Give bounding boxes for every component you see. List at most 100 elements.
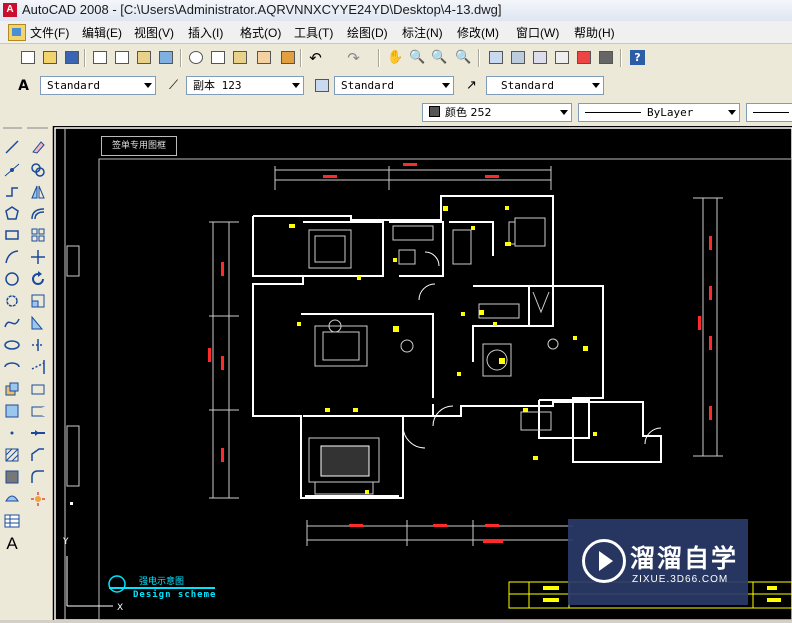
- properties-icon[interactable]: [486, 48, 505, 67]
- open-file-icon[interactable]: [40, 48, 59, 67]
- multiline-text-icon[interactable]: A: [3, 534, 21, 553]
- document-icon[interactable]: [8, 24, 26, 41]
- autocad-app-icon[interactable]: A: [3, 3, 17, 17]
- cut-icon[interactable]: [186, 48, 205, 67]
- menu-tools[interactable]: 工具(T): [294, 24, 333, 41]
- menu-draw[interactable]: 绘图(D): [347, 24, 388, 41]
- chevron-down-icon: [292, 83, 300, 88]
- construction-line-icon[interactable]: [3, 161, 21, 179]
- toolbar-separator: [378, 49, 380, 67]
- menu-dimension[interactable]: 标注(N): [402, 24, 443, 41]
- revision-cloud-icon[interactable]: [3, 292, 21, 310]
- print-preview-icon[interactable]: [112, 48, 131, 67]
- circle-icon[interactable]: [3, 270, 21, 288]
- multileader-style-icon[interactable]: ↗: [462, 76, 481, 95]
- erase-icon[interactable]: [29, 138, 47, 156]
- title-bar: A AutoCAD 2008 - [C:\Users\Administrator…: [0, 0, 792, 22]
- array-icon[interactable]: [29, 226, 47, 244]
- point-icon[interactable]: [3, 424, 21, 442]
- region-icon[interactable]: [3, 490, 21, 508]
- menu-insert[interactable]: 插入(I): [188, 24, 223, 41]
- watermark-url: ZIXUE.3D66.COM: [632, 574, 729, 585]
- toolbar-separator: [84, 49, 86, 67]
- publish-icon[interactable]: [134, 48, 153, 67]
- drawing-canvas[interactable]: Y X 签单专用图框 强电示意图 Design scheme 溜溜自学 ZIXU…: [53, 126, 792, 620]
- move-icon[interactable]: [29, 248, 47, 266]
- trim-icon[interactable]: [29, 336, 47, 354]
- sheet-set-icon[interactable]: [552, 48, 571, 67]
- dim-style-combo[interactable]: 副本 123: [186, 76, 304, 95]
- arc-icon[interactable]: [3, 248, 21, 266]
- menu-bar: 文件(F) 编辑(E) 视图(V) 插入(I) 格式(O) 工具(T) 绘图(D…: [0, 21, 792, 44]
- text-style-combo[interactable]: Standard: [40, 76, 156, 95]
- gradient-icon[interactable]: [3, 468, 21, 486]
- make-block-icon[interactable]: [3, 402, 21, 420]
- ellipse-icon[interactable]: [3, 336, 21, 354]
- copy-object-icon[interactable]: [29, 161, 47, 179]
- join-icon[interactable]: [29, 424, 47, 442]
- 3d-dwf-icon[interactable]: [156, 48, 175, 67]
- fillet-icon[interactable]: [29, 468, 47, 486]
- toolbar-separator: [300, 49, 302, 67]
- toolbar-separator: [478, 49, 480, 67]
- watermark: 溜溜自学 ZIXUE.3D66.COM: [568, 519, 748, 605]
- text-style-icon[interactable]: A: [14, 76, 33, 95]
- color-combo[interactable]: 颜色 252: [422, 103, 572, 122]
- explode-icon[interactable]: [29, 490, 47, 508]
- menu-view[interactable]: 视图(V): [134, 24, 174, 41]
- polygon-icon[interactable]: [3, 204, 21, 222]
- undo-icon[interactable]: ↶: [306, 48, 325, 67]
- properties-toolbar: 颜色 252 ByLayer: [0, 99, 792, 127]
- chamfer-icon[interactable]: [29, 446, 47, 464]
- zoom-previous-icon[interactable]: 🔍: [454, 48, 473, 67]
- tool-palettes-icon[interactable]: [530, 48, 549, 67]
- watermark-brand: 溜溜自学: [630, 544, 739, 573]
- zoom-realtime-icon[interactable]: 🔍: [408, 48, 427, 67]
- lineweight-combo[interactable]: [746, 103, 792, 122]
- break-icon[interactable]: [29, 402, 47, 420]
- menu-file[interactable]: 文件(F): [30, 24, 69, 41]
- markup-set-icon[interactable]: [574, 48, 593, 67]
- spline-icon[interactable]: [3, 314, 21, 332]
- copy-icon[interactable]: [208, 48, 227, 67]
- offset-icon[interactable]: [29, 204, 47, 222]
- save-icon[interactable]: [62, 48, 81, 67]
- menu-window[interactable]: 窗口(W): [516, 24, 559, 41]
- table-icon[interactable]: [3, 512, 21, 530]
- menu-help[interactable]: 帮助(H): [574, 24, 615, 41]
- help-icon[interactable]: ?: [628, 48, 647, 67]
- menu-modify[interactable]: 修改(M): [457, 24, 499, 41]
- extend-icon[interactable]: [29, 358, 47, 376]
- chevron-down-icon: [144, 83, 152, 88]
- pan-icon[interactable]: ✋: [386, 48, 405, 67]
- table-style-icon[interactable]: [312, 76, 331, 95]
- match-properties-icon[interactable]: [254, 48, 273, 67]
- paste-icon[interactable]: [230, 48, 249, 67]
- rotate-icon[interactable]: [29, 270, 47, 288]
- ellipse-arc-icon[interactable]: [3, 358, 21, 376]
- menu-edit[interactable]: 编辑(E): [82, 24, 122, 41]
- linetype-combo[interactable]: ByLayer: [578, 103, 740, 122]
- print-icon[interactable]: [90, 48, 109, 67]
- stretch-icon[interactable]: [29, 314, 47, 332]
- design-center-icon[interactable]: [508, 48, 527, 67]
- line-icon[interactable]: [3, 138, 21, 156]
- scale-icon[interactable]: [29, 292, 47, 310]
- menu-format[interactable]: 格式(O): [240, 24, 281, 41]
- rectangle-icon[interactable]: [3, 226, 21, 244]
- hatch-icon[interactable]: [3, 446, 21, 464]
- table-style-combo[interactable]: Standard: [334, 76, 454, 95]
- new-file-icon[interactable]: [18, 48, 37, 67]
- dim-style-icon[interactable]: ⟋: [164, 76, 183, 95]
- insert-block-icon[interactable]: [3, 380, 21, 398]
- block-editor-icon[interactable]: [278, 48, 297, 67]
- calculator-icon[interactable]: [596, 48, 615, 67]
- table-style-value: Standard: [341, 79, 394, 92]
- mirror-icon[interactable]: [29, 183, 47, 201]
- multileader-style-combo[interactable]: Standard: [486, 76, 604, 95]
- polyline-icon[interactable]: [3, 183, 21, 201]
- zoom-window-icon[interactable]: 🔍: [430, 48, 449, 67]
- redo-icon[interactable]: ↷: [344, 48, 363, 67]
- toolbar-separator: [180, 49, 182, 67]
- break-at-point-icon[interactable]: [29, 380, 47, 398]
